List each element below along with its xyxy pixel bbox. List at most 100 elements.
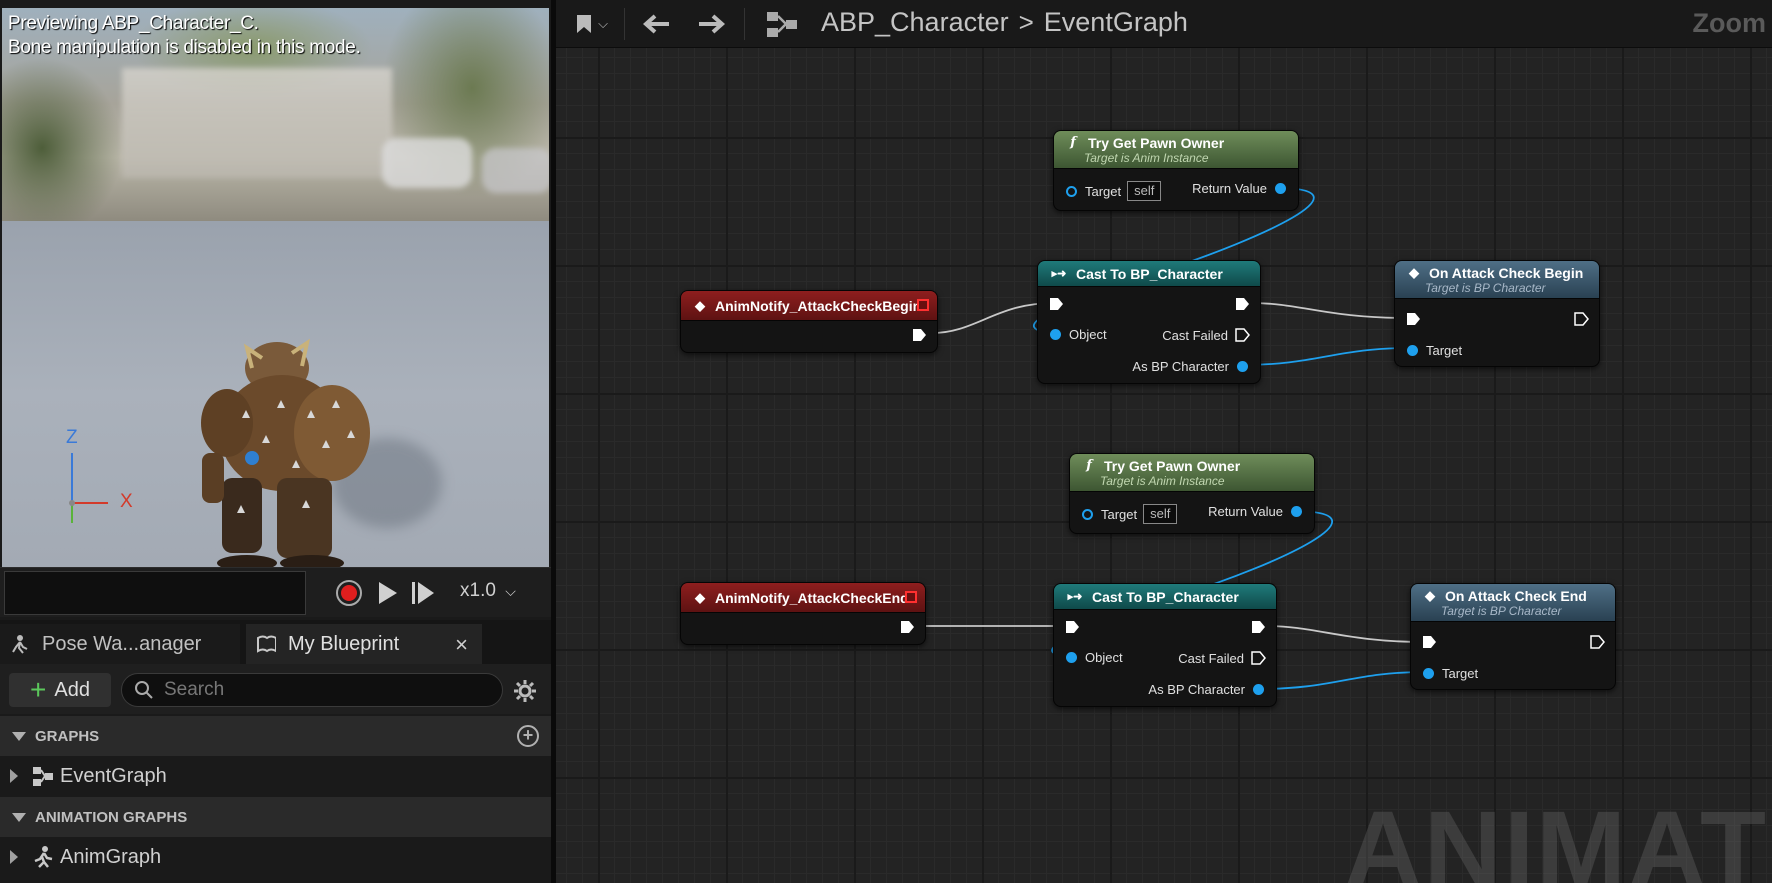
- object-pin-icon[interactable]: [1066, 185, 1077, 197]
- graph-type-button[interactable]: [760, 8, 804, 40]
- object-pin-icon[interactable]: [1423, 668, 1434, 679]
- toolbar-divider: [624, 8, 625, 40]
- node-title-text: Try Get Pawn Owner: [1104, 457, 1241, 474]
- pin-return-value[interactable]: Return Value: [1208, 504, 1302, 519]
- close-icon[interactable]: ×: [455, 632, 468, 658]
- pin-target[interactable]: Target: [1407, 343, 1462, 358]
- node-title: ◆ On Attack Check End: [1423, 588, 1615, 604]
- pin-as-bp-character[interactable]: As BP Character: [1148, 682, 1264, 697]
- function-node-try-get-pawn-owner[interactable]: f Try Get Pawn Owner Target is Anim Inst…: [1053, 130, 1299, 211]
- pin-target[interactable]: Target self: [1066, 181, 1162, 201]
- function-node-try-get-pawn-owner[interactable]: f Try Get Pawn Owner Target is Anim Inst…: [1069, 453, 1315, 534]
- pin-cast-failed[interactable]: Cast Failed: [1162, 327, 1250, 343]
- tree-item-eventgraph[interactable]: EventGraph: [0, 756, 551, 796]
- object-pin-icon[interactable]: [1082, 508, 1093, 520]
- node-subtitle: Target is BP Character: [1441, 603, 1562, 618]
- object-pin-icon[interactable]: [1275, 183, 1286, 194]
- exec-out-hollow-pin-icon[interactable]: [1589, 634, 1605, 650]
- exec-in-pin-icon[interactable]: [1064, 619, 1080, 635]
- object-pin-icon[interactable]: [1253, 684, 1264, 695]
- collapse-arrow-icon: [12, 731, 26, 741]
- forward-button[interactable]: [690, 8, 734, 40]
- pin-cast-failed[interactable]: Cast Failed: [1178, 650, 1266, 666]
- pose-watch-icon: [10, 634, 30, 654]
- exec-out-pin-icon[interactable]: [1250, 619, 1266, 635]
- record-icon: [336, 580, 362, 606]
- pin-target[interactable]: Target self: [1082, 504, 1178, 524]
- search-input[interactable]: [164, 679, 484, 701]
- pin-label: Return Value: [1208, 504, 1283, 519]
- exec-out-pin-icon[interactable]: [1234, 296, 1250, 312]
- node-title: f Try Get Pawn Owner: [1082, 458, 1314, 474]
- pin-object[interactable]: Object: [1066, 650, 1123, 665]
- exec-out-pin-icon[interactable]: [911, 327, 927, 343]
- my-blueprint-toolbar: + Add: [0, 664, 551, 714]
- delegate-pin-icon[interactable]: [917, 299, 929, 311]
- cast-node-bp-character[interactable]: ▸➜ Cast To BP_Character Object Cast Fail…: [1037, 260, 1261, 384]
- viewport-message-line: Previewing ABP_Character_C.: [8, 13, 259, 34]
- play-button[interactable]: [372, 578, 402, 608]
- expand-arrow-icon[interactable]: [10, 850, 18, 864]
- node-header: ▸➜ Cast To BP_Character: [1038, 261, 1260, 287]
- object-pin-icon[interactable]: [1291, 506, 1302, 517]
- plus-icon: +: [30, 674, 47, 705]
- exec-in-pin-icon[interactable]: [1048, 296, 1064, 312]
- pin-as-bp-character[interactable]: As BP Character: [1132, 359, 1248, 374]
- viewport-message: Previewing ABP_Character_C. Bone manipul…: [8, 12, 361, 60]
- cast-node-bp-character[interactable]: ▸➜ Cast To BP_Character Object Cast Fail…: [1053, 583, 1277, 707]
- back-button[interactable]: [634, 8, 678, 40]
- breadcrumb-root[interactable]: ABP_Character: [821, 7, 1009, 38]
- bookmark-dropdown[interactable]: ⌵: [566, 8, 616, 40]
- add-button[interactable]: + Add: [9, 673, 111, 707]
- event-node-attack-check-begin[interactable]: ◆ AnimNotify_AttackCheckBegin: [680, 290, 938, 353]
- section-animation-graphs-header[interactable]: ANIMATION GRAPHS: [0, 797, 551, 837]
- exec-in-pin-icon[interactable]: [1405, 311, 1421, 327]
- node-title-text: Cast To BP_Character: [1076, 265, 1223, 282]
- event-node-attack-check-end[interactable]: ◆ AnimNotify_AttackCheckEnd: [680, 582, 926, 645]
- object-pin-icon[interactable]: [1066, 652, 1077, 663]
- playback-speed-dropdown[interactable]: x1.0 ⌵: [460, 580, 516, 602]
- tree-item-animgraph[interactable]: AnimGraph: [0, 837, 551, 877]
- delegate-pin-icon[interactable]: [905, 591, 917, 603]
- exec-in-pin-icon[interactable]: [1421, 634, 1437, 650]
- pin-target[interactable]: Target: [1423, 666, 1478, 681]
- timeline-scrubber[interactable]: [4, 571, 306, 615]
- gear-icon[interactable]: [512, 678, 538, 704]
- event-diamond-icon: ◆: [1409, 264, 1419, 280]
- pin-label: Cast Failed: [1178, 650, 1244, 666]
- expand-arrow-icon[interactable]: [10, 769, 18, 783]
- preview-viewport[interactable]: Previewing ABP_Character_C. Bone manipul…: [2, 8, 549, 567]
- event-diamond-icon: ◆: [695, 297, 705, 313]
- exec-out-hollow-pin-icon[interactable]: [1573, 311, 1589, 327]
- cast-arrow-icon: ▸➜: [1051, 268, 1067, 280]
- toolbar-divider: [744, 8, 745, 40]
- graph-editor-canvas[interactable]: ⌵ ABP_Character > EventGraph Zoom ANIMAT…: [556, 0, 1772, 883]
- chevron-down-icon: ⌵: [505, 583, 516, 599]
- self-field[interactable]: self: [1143, 504, 1178, 524]
- self-field[interactable]: self: [1127, 181, 1162, 201]
- section-title: GRAPHS: [35, 727, 100, 745]
- pin-return-value[interactable]: Return Value: [1192, 181, 1286, 196]
- node-title: f Try Get Pawn Owner: [1066, 135, 1298, 151]
- book-icon: [256, 634, 276, 654]
- exec-out-hollow-pin-icon[interactable]: [1250, 650, 1266, 666]
- breadcrumb-current: EventGraph: [1043, 7, 1188, 37]
- search-box[interactable]: [121, 673, 503, 707]
- tab-pose-watch-manager[interactable]: Pose Wa...anager: [0, 624, 240, 664]
- section-graphs-header[interactable]: GRAPHS +: [0, 716, 551, 756]
- pin-object[interactable]: Object: [1050, 327, 1107, 342]
- exec-out-pin-icon[interactable]: [899, 619, 915, 635]
- call-node-on-attack-check-end[interactable]: ◆ On Attack Check End Target is BP Chara…: [1410, 583, 1616, 690]
- tab-my-blueprint[interactable]: My Blueprint ×: [246, 624, 482, 664]
- exec-out-hollow-pin-icon[interactable]: [1234, 327, 1250, 343]
- step-forward-icon: [412, 582, 434, 604]
- step-forward-button[interactable]: [408, 578, 438, 608]
- collapse-arrow-icon: [12, 812, 26, 822]
- add-graph-icon[interactable]: +: [517, 725, 539, 747]
- object-pin-icon[interactable]: [1407, 345, 1418, 356]
- call-node-on-attack-check-begin[interactable]: ◆ On Attack Check Begin Target is BP Cha…: [1394, 260, 1600, 367]
- object-pin-icon[interactable]: [1237, 361, 1248, 372]
- section-title: ANIMATION GRAPHS: [35, 808, 188, 826]
- record-button[interactable]: [334, 578, 364, 608]
- object-pin-icon[interactable]: [1050, 329, 1061, 340]
